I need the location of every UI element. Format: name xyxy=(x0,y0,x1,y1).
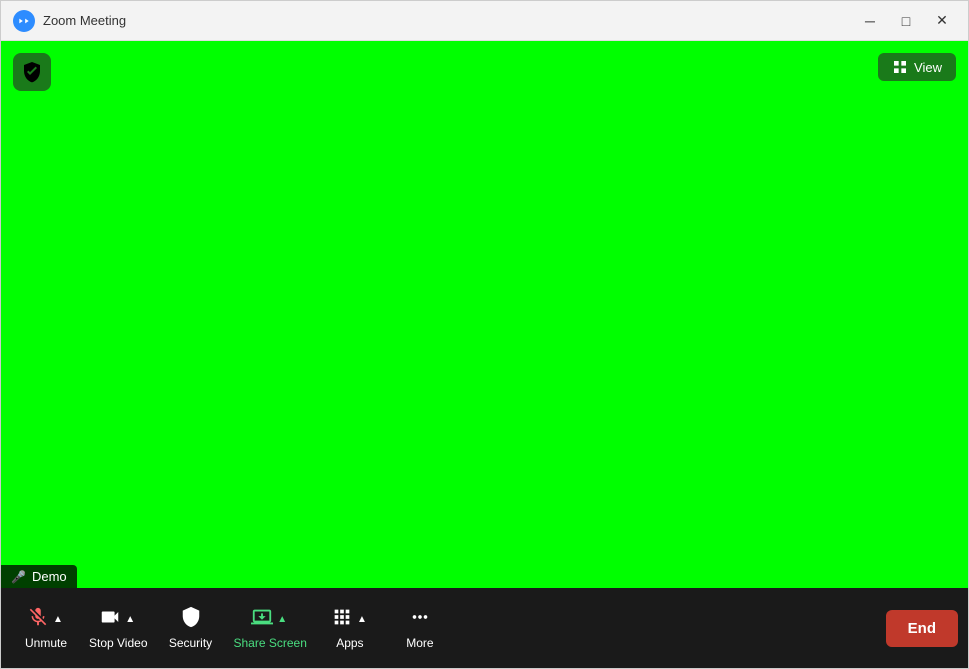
more-button[interactable]: More xyxy=(385,600,455,656)
share-screen-icon xyxy=(251,606,273,632)
apps-icon xyxy=(331,606,353,632)
apps-label: Apps xyxy=(336,636,363,650)
apps-button[interactable]: ▲ Apps xyxy=(315,600,385,656)
unmute-chevron[interactable]: ▲ xyxy=(51,612,65,627)
zoom-window: Zoom Meeting ─ □ ✕ View 🎤 Demo xyxy=(0,0,969,669)
unmute-label: Unmute xyxy=(25,636,67,650)
toolbar: ▲ Unmute ▲ Stop Video xyxy=(1,588,968,668)
toolbar-items: ▲ Unmute ▲ Stop Video xyxy=(11,600,886,656)
video-area: View 🎤 Demo xyxy=(1,41,968,588)
end-button[interactable]: End xyxy=(886,610,958,647)
share-screen-label: Share Screen xyxy=(234,636,307,650)
demo-label: 🎤 Demo xyxy=(1,565,77,588)
close-button[interactable]: ✕ xyxy=(928,7,956,35)
share-screen-button[interactable]: ▲ Share Screen xyxy=(226,600,315,656)
title-bar: Zoom Meeting ─ □ ✕ xyxy=(1,1,968,41)
stop-video-label: Stop Video xyxy=(89,636,148,650)
more-icon xyxy=(409,606,431,632)
video-icon xyxy=(99,606,121,632)
maximize-button[interactable]: □ xyxy=(892,7,920,35)
stop-video-chevron[interactable]: ▲ xyxy=(123,612,137,627)
stop-video-button[interactable]: ▲ Stop Video xyxy=(81,600,156,656)
microphone-muted-icon xyxy=(27,606,49,632)
view-button[interactable]: View xyxy=(878,53,956,81)
window-controls: ─ □ ✕ xyxy=(856,7,956,35)
view-button-label: View xyxy=(914,60,942,75)
muted-mic-icon: 🎤 xyxy=(11,570,26,584)
security-badge xyxy=(13,53,51,91)
security-label: Security xyxy=(169,636,212,650)
demo-name: Demo xyxy=(32,569,67,584)
share-screen-chevron[interactable]: ▲ xyxy=(275,612,289,627)
more-label: More xyxy=(406,636,433,650)
zoom-logo xyxy=(13,10,35,32)
apps-chevron[interactable]: ▲ xyxy=(355,612,369,627)
security-button[interactable]: Security xyxy=(156,600,226,656)
window-title: Zoom Meeting xyxy=(43,13,856,28)
unmute-button[interactable]: ▲ Unmute xyxy=(11,600,81,656)
minimize-button[interactable]: ─ xyxy=(856,7,884,35)
security-icon xyxy=(180,606,202,632)
